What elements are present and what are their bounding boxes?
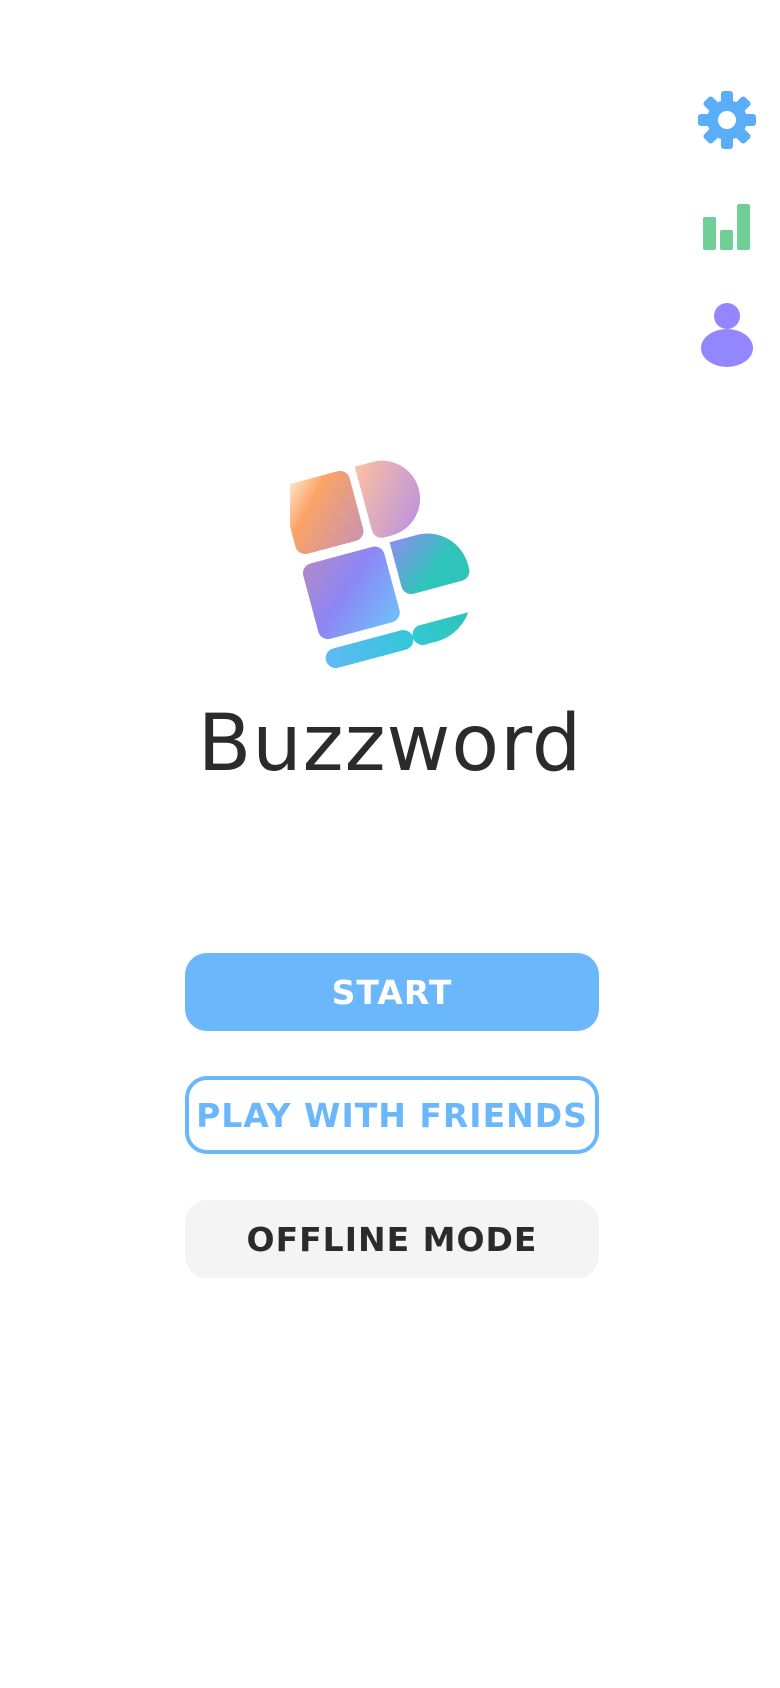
settings-button[interactable] xyxy=(692,85,762,155)
person-icon xyxy=(701,303,753,367)
gear-icon xyxy=(698,91,756,149)
statistics-button[interactable] xyxy=(692,192,762,262)
offline-mode-button[interactable]: OFFLINE MODE xyxy=(185,1200,599,1278)
top-right-toolbar xyxy=(660,0,780,400)
play-with-friends-button[interactable]: PLAY WITH FRIENDS xyxy=(185,1076,599,1154)
app-title: Buzzword xyxy=(197,699,583,789)
buzzword-logo xyxy=(290,460,470,669)
bar-chart-icon xyxy=(703,204,750,250)
start-button[interactable]: START xyxy=(185,953,599,1031)
profile-button[interactable] xyxy=(692,300,762,370)
